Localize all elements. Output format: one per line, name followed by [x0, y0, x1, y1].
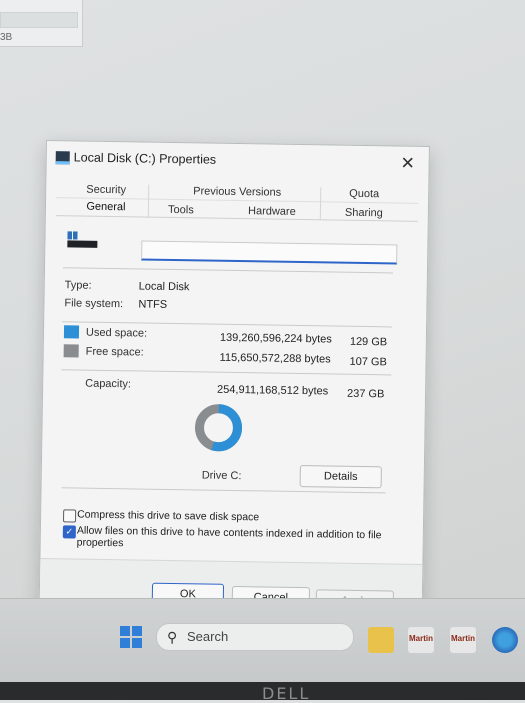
windows-start-icon[interactable]: [120, 626, 142, 648]
drive-icon: [55, 151, 70, 165]
used-space-label: Used space:: [85, 326, 148, 340]
used-space-swatch: [63, 325, 80, 339]
disk-body-icon: [67, 240, 98, 248]
type-value: Local Disk: [138, 280, 190, 294]
windows-logo-icon: [67, 231, 78, 240]
capacity-bytes: 254,911,168,512 bytes: [217, 383, 329, 398]
file-system-value: NTFS: [138, 298, 168, 311]
monitor-logo: DELL: [262, 684, 311, 703]
dialog-title: Local Disk (C:) Properties: [73, 150, 217, 167]
index-checkbox[interactable]: ✓: [62, 525, 76, 539]
taskbar: ⚲ Search Martin Martin: [0, 598, 525, 683]
edge-icon[interactable]: [492, 627, 518, 653]
separator: [62, 267, 393, 274]
tab-security[interactable]: Security: [64, 181, 148, 198]
capacity-gb: 237 GB: [346, 387, 385, 401]
details-button[interactable]: Details: [299, 465, 382, 489]
free-space-bytes: 115,650,572,288 bytes: [219, 351, 331, 366]
title-bar[interactable]: Local Disk (C:) Properties ✕: [46, 141, 428, 181]
background-window-corner: 3B: [0, 0, 83, 47]
search-icon: ⚲: [167, 629, 178, 645]
martin-app-icon[interactable]: Martin: [408, 627, 434, 653]
tab-general[interactable]: General: [64, 198, 148, 215]
martin-app-text: Martin: [451, 634, 475, 643]
separator: [61, 369, 392, 376]
free-space-label: Free space:: [85, 345, 144, 359]
compress-checkbox[interactable]: [62, 509, 77, 523]
tab-quota[interactable]: Quota: [322, 185, 406, 202]
file-explorer-icon[interactable]: [368, 627, 394, 653]
drive-name-input[interactable]: [141, 240, 398, 265]
monitor-bezel: DELL: [0, 682, 525, 703]
martin-app-text: Martin: [409, 634, 433, 643]
drive-large-icon: [67, 231, 98, 249]
capacity-label: Capacity:: [85, 377, 132, 391]
compress-label: Compress this drive to save disk space: [77, 508, 260, 524]
separator: [61, 487, 386, 494]
used-space-bytes: 139,260,596,224 bytes: [219, 331, 332, 346]
properties-dialog: Local Disk (C:) Properties ✕ Security Pr…: [38, 140, 430, 626]
free-space-gb: 107 GB: [349, 355, 387, 369]
search-placeholder: Search: [187, 629, 229, 644]
used-space-gb: 129 GB: [349, 335, 388, 349]
drive-label: Drive C:: [201, 469, 242, 483]
disk-usage-donut-chart: [195, 404, 243, 452]
free-space-swatch: [63, 344, 79, 358]
close-button[interactable]: ✕: [397, 154, 419, 174]
martin-app-icon[interactable]: Martin: [450, 627, 476, 653]
type-label: Type:: [64, 279, 92, 292]
file-system-label: File system:: [64, 297, 124, 311]
tab-previous-versions[interactable]: Previous Versions: [158, 183, 316, 201]
background-window-bar: [0, 12, 78, 28]
index-label-line2: properties: [76, 536, 124, 550]
background-window-text: 3B: [0, 32, 13, 43]
taskbar-search-box[interactable]: ⚲ Search: [156, 623, 354, 651]
